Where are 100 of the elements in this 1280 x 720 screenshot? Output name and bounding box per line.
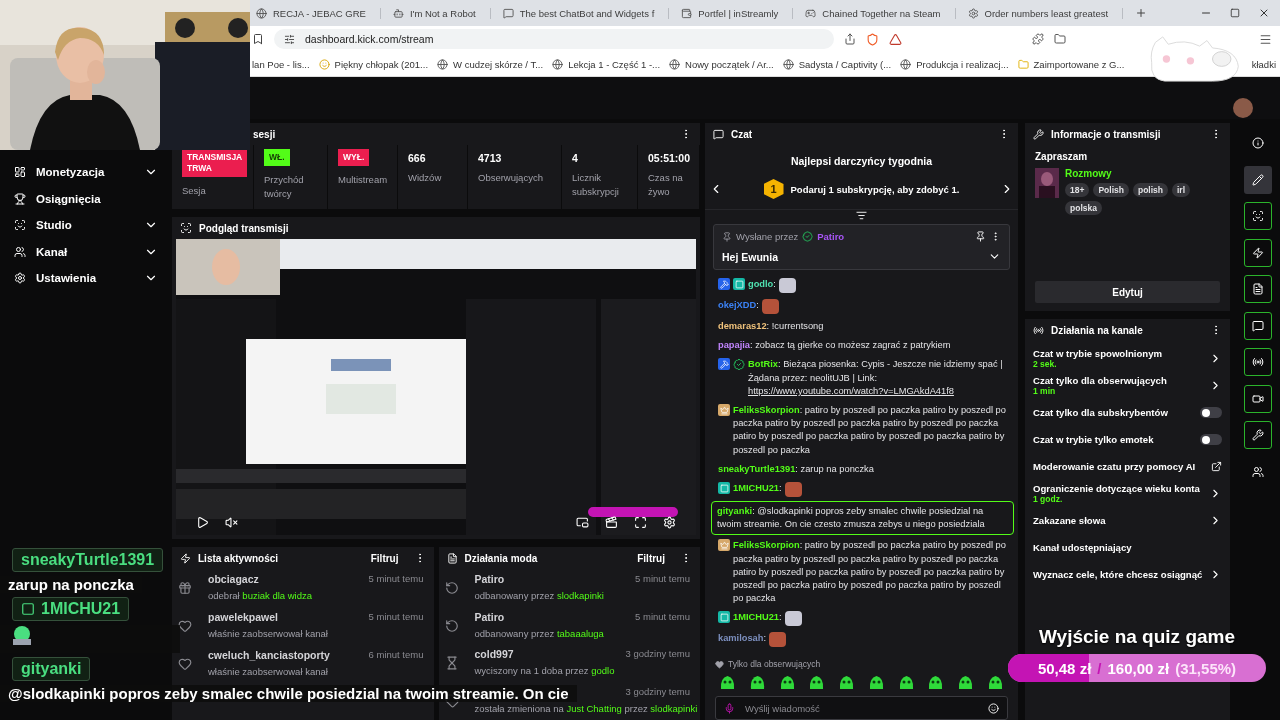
browser-tab[interactable]: The best ChatBot and Widgets f — [502, 7, 670, 19]
chat-username: gityanki — [12, 657, 91, 681]
activity-detail: właśnie zaobserwował kanał — [208, 665, 328, 679]
bookmark[interactable]: Produkcja i realizacj... — [900, 58, 1009, 70]
chat-message: gityanki: @slodkapinki popros zeby smalec chwile posiedzial na twoim streamie. On cie czesto zmusza zebys u niego posiedziala — [717, 505, 986, 532]
chat-message: demaras12: !currentsong — [718, 320, 824, 333]
chat-message: FeliksSkorpion: patiro by poszedl po paczka patiro by poszedl po paczka patiro by poszedl po paczka patiro by poszedl po paczka patiro by poszedl po paczka patiro by poszedl po paczka patiro by poszedl po paczka patiro by poszedl po paczka patiro by poszedl po paczka — [733, 539, 1007, 606]
status-badge: WYŁ. — [338, 149, 370, 166]
bookmark[interactable]: Zaimportowane z G... — [1017, 58, 1125, 70]
pinned-by-label: Wysłane przez — [736, 231, 799, 242]
chat-message: papajia: zobacz tą gierke co możesz zagrać z patrykiem — [718, 339, 951, 353]
chat-message: sneakyTurtle1391: zarup na ponczka — [718, 462, 874, 476]
filter-button[interactable]: Filtruj — [637, 552, 673, 564]
address-bar[interactable]: dashboard.kick.com/stream — [274, 29, 834, 49]
bookmark[interactable]: Nowy początek / Ar... — [669, 58, 774, 70]
chat-username: sneakyTurtle1391 — [12, 548, 164, 572]
stat-label: Obserwujących — [478, 171, 544, 185]
activity-user: Patiro — [474, 610, 505, 625]
stat-label: Widzów — [408, 171, 443, 185]
goal-current: 50,48 zł — [1037, 659, 1092, 677]
activity-time: 5 minut temu — [635, 572, 690, 586]
stat-label: Czas na żywo — [648, 171, 684, 199]
bookmark[interactable]: Lekcja 1 - Część 1 -... — [552, 58, 661, 70]
panel-title: Lista aktywności — [198, 552, 280, 564]
chat-message: BotRix: Bieżąca piosenka: Cypis - Jeszcze nie idziemy spać | Żądana przez: neolitUJB | Link: https://www.youtube.com/watch?v=LMGAkdA41f8 — [748, 358, 1004, 398]
status-badge: WŁ. — [264, 149, 290, 166]
edit-button[interactable]: Edytuj — [1035, 281, 1220, 303]
sidebar-item[interactable]: Osiągnięcia — [0, 185, 172, 212]
activity-time: 3 godziny temu — [625, 648, 690, 662]
stat-label: Przychód twórcy — [264, 173, 305, 201]
action-value: 1 godz. — [1033, 494, 1064, 504]
channel-action[interactable]: Czat tylko dla subskrybentów — [1033, 399, 1222, 426]
activity-user: obciagacz — [208, 573, 259, 587]
browser-tab[interactable]: Portfel | inStreamly — [681, 7, 794, 19]
sidebar-item[interactable]: Studio — [0, 212, 172, 239]
chat-username: 1MICHU21 — [12, 597, 130, 621]
tag: Polish — [1093, 183, 1129, 197]
stat-value: 666 — [408, 151, 427, 164]
activity-detail: została zmieniona na Just Chatting przez slodkapinki — [474, 702, 698, 717]
sidebar-item[interactable]: Monetyzacja — [0, 159, 172, 186]
bookmark[interactable]: W cudzej skórze / T... — [437, 58, 544, 70]
pinned-text: Hej Ewunia — [722, 250, 778, 263]
bookmark[interactable]: Sadysta / Captivity (... — [782, 58, 892, 70]
channel-action[interactable]: Kanał udostępniający — [1033, 534, 1222, 561]
tag: 18+ — [1065, 183, 1090, 197]
action-label: Moderowanie czatu przy pomocy AI — [1033, 461, 1197, 472]
channel-action[interactable]: Moderowanie czatu przy pomocy AI — [1033, 453, 1222, 480]
panel-title: Czat — [731, 128, 754, 140]
chat-message: okejXDD: — [718, 299, 759, 312]
message-field[interactable]: Wyślij wiadomość — [715, 696, 1008, 720]
channel-action[interactable]: Czat w trybie tylko emotek — [1033, 426, 1222, 453]
chat-message: kamilosah: — [718, 632, 767, 646]
browser-tab[interactable]: Order numbers least greatest — [967, 7, 1124, 19]
activity-detail: odbanowany przez slodkapinki — [474, 588, 604, 603]
goal-title: Wyjście na quiz game — [1038, 626, 1236, 648]
rank-badge: 1 — [763, 179, 784, 199]
tag: polish — [1132, 183, 1168, 197]
message-input[interactable]: Wyślij wiadomość — [743, 701, 980, 715]
channel-action[interactable]: Czat tylko dla obserwujących 1 min — [1033, 372, 1222, 399]
goal-separator: / — [1097, 659, 1102, 677]
tag: polska — [1065, 201, 1102, 215]
chat-message: FeliksSkorpion: patiro by poszedl po paczka patiro by poszedl po paczka patiro by poszedl po paczka patiro by poszedl po paczka patiro by poszedl po paczka patiro by poszedl po paczka patiro by poszedl po paczka — [733, 404, 1007, 457]
channel-action[interactable]: Wyznacz cele, które chcesz osiągnąć — [1033, 561, 1222, 588]
channel-action[interactable]: Czat w trybie spowolnionym 2 sek. — [1033, 345, 1222, 372]
activity-time: 6 minut temu — [368, 649, 424, 662]
sidebar-item[interactable]: Kanał — [0, 238, 172, 265]
activity-detail: wyciszony na 1 doba przez godlo — [474, 664, 615, 679]
panel-title: Działania na kanale — [1051, 324, 1144, 336]
donors-title: Najlepsi darczyńcy tygodnia — [790, 155, 933, 167]
tag: irl — [1171, 183, 1190, 197]
bookmark[interactable]: kładki — [1251, 58, 1280, 70]
donor-text: Podaruj 1 subskrypcję, aby zdobyć 1. — [790, 183, 960, 195]
filter-button[interactable]: Filtruj — [370, 552, 407, 564]
activity-time: 3 godziny temu — [625, 686, 690, 700]
bookmark[interactable]: Piękny chłopak (201... — [318, 58, 429, 70]
followers-only-label: Tylko dla obserwujących — [715, 659, 1008, 669]
action-label: Kanał udostępniający — [1033, 542, 1133, 553]
browser-tab[interactable]: Chained Together na Steam — [805, 7, 956, 19]
stat-value: 05:51:00 — [648, 151, 692, 164]
channel-action[interactable]: Zakazane słowa — [1033, 507, 1222, 534]
browser-tab[interactable]: RECJA - JEBAC GRE — [256, 7, 381, 19]
stat-label: Licznik subskrypcji — [572, 171, 620, 199]
bookmark[interactable]: lan Poe - lis... — [252, 58, 310, 70]
sidebar-item[interactable]: Ustawienia — [0, 265, 172, 292]
channel-action[interactable]: Ograniczenie dotyczące wieku konta 1 godz. — [1033, 480, 1222, 507]
chat-message: godlo: — [748, 278, 776, 291]
action-label: Czat tylko dla obserwujących — [1033, 375, 1168, 386]
activity-detail: właśnie zaobserwował kanał — [208, 627, 328, 641]
panel-title: Informacje o transmisji — [1051, 128, 1162, 140]
category-name[interactable]: Rozmowy — [1065, 168, 1220, 179]
panel-title: sesji — [252, 128, 277, 140]
panel-title: Podgląd transmisji — [199, 222, 290, 234]
link[interactable]: https://www.youtube.com/watch?v=LMGAkdA41f8 — [748, 385, 954, 396]
activity-time: 5 minut temu — [368, 573, 424, 586]
action-value: 2 sek. — [1033, 359, 1058, 369]
activity-detail: odebrał buziak dla widza — [208, 589, 313, 603]
browser-tab[interactable]: I'm Not a Robot — [392, 7, 491, 19]
goal-percent: (31,55%) — [1175, 659, 1237, 677]
activity-detail: odbanowany przez tabaaaluga — [474, 626, 604, 641]
activity-user: cweluch_kanciastoporty — [208, 649, 330, 663]
